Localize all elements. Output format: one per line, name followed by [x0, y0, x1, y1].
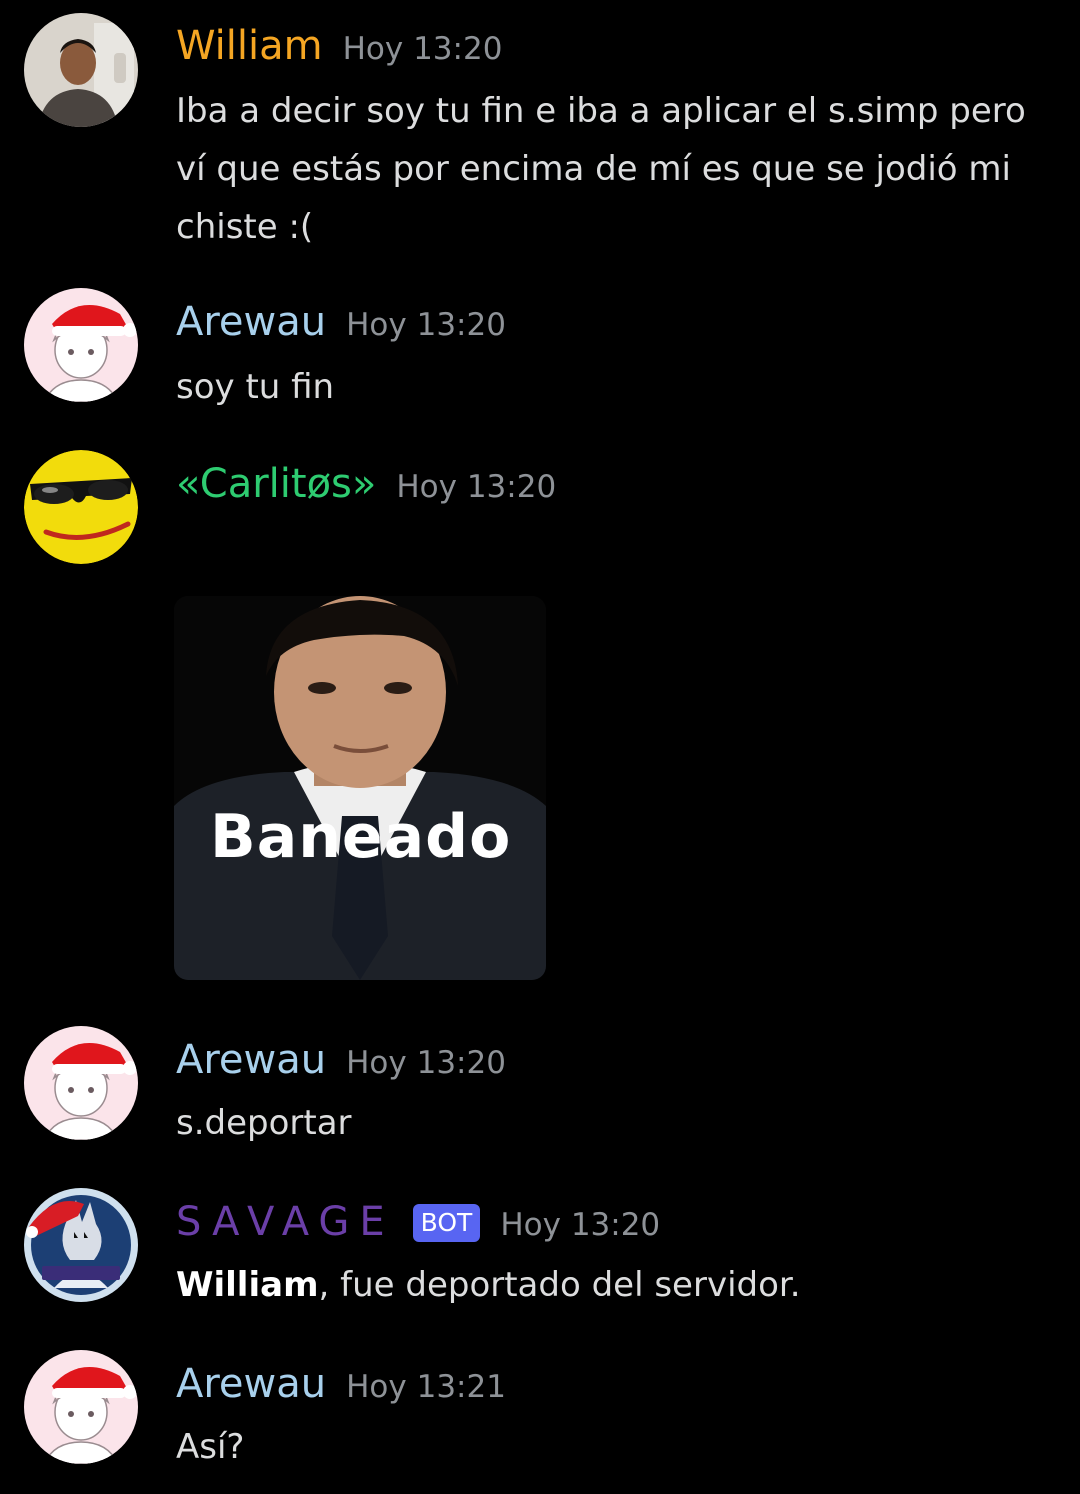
- anime-avatar-icon: [24, 288, 138, 402]
- message-text: William, fue deportado del servidor.: [176, 1256, 1036, 1314]
- sunglasses-emoji-icon: [24, 450, 138, 564]
- message-text: Iba a decir soy tu fin e iba a aplicar e…: [176, 91, 1026, 247]
- anime-avatar-icon: [24, 1350, 138, 1464]
- bot-tag: BOT: [412, 1204, 481, 1242]
- anime-avatar-icon: [24, 1026, 138, 1140]
- avatar-savage[interactable]: [24, 1188, 138, 1302]
- username[interactable]: Arewau: [176, 298, 326, 346]
- timestamp: Hoy 13:20: [342, 31, 503, 67]
- username[interactable]: Arewau: [176, 1036, 326, 1084]
- wolf-logo-icon: [24, 1188, 138, 1302]
- avatar-arewau[interactable]: [24, 288, 138, 402]
- message-text: soy tu fin: [176, 367, 335, 407]
- image-caption: Baneado: [210, 802, 512, 872]
- baneado-meme-image: [174, 596, 546, 980]
- username[interactable]: William: [176, 22, 323, 70]
- username[interactable]: Arewau: [176, 1360, 326, 1408]
- mention-william[interactable]: William: [176, 1265, 319, 1305]
- image-attachment[interactable]: Baneado: [174, 596, 546, 980]
- timestamp: Hoy 13:20: [396, 469, 557, 505]
- username[interactable]: «Carlitøs»: [176, 460, 376, 508]
- avatar-carlitos[interactable]: [24, 450, 138, 564]
- timestamp: Hoy 13:21: [346, 1369, 506, 1405]
- avatar-photo-icon: [24, 13, 138, 127]
- avatar-william[interactable]: [24, 13, 138, 127]
- timestamp: Hoy 13:20: [500, 1207, 661, 1243]
- username[interactable]: SAVAGE: [176, 1198, 395, 1246]
- timestamp: Hoy 13:20: [346, 1045, 506, 1081]
- message-body: , fue deportado del servidor.: [318, 1265, 801, 1305]
- avatar-arewau[interactable]: [24, 1350, 138, 1464]
- message-text: Así?: [176, 1427, 245, 1467]
- message-text: s.deportar: [176, 1103, 352, 1143]
- avatar-arewau[interactable]: [24, 1026, 138, 1140]
- timestamp: Hoy 13:20: [346, 307, 506, 343]
